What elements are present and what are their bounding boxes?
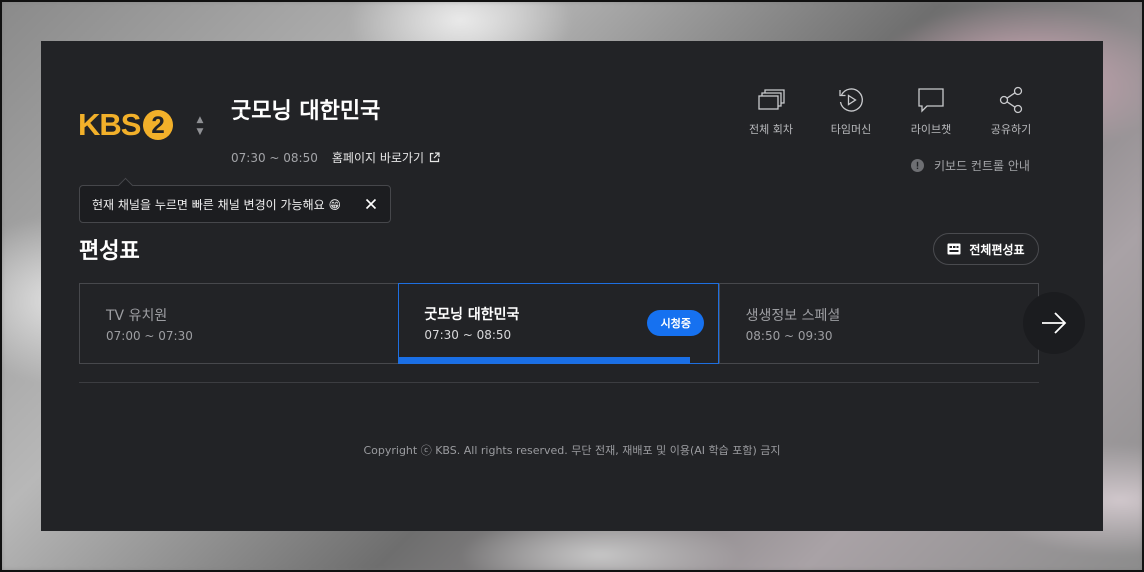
channel-down-icon[interactable]: ▼ [193,126,207,138]
homepage-link-label: 홈페이지 바로가기 [331,151,424,165]
channel-up-icon[interactable]: ▲ [193,114,207,126]
schedule-grid-icon [947,243,961,255]
live-player-panel: KBS 2 ▲ ▼ 굿모닝 대한민국 07:30 ~ 08:50 홈페이지 바로… [41,41,1103,531]
svg-text:2: 2 [152,112,165,139]
keyboard-guide-link[interactable]: 키보드 컨트롤 안내 [911,157,1030,174]
share-icon [999,86,1023,114]
action-bar: 전체 회차 타임머신 라이브챗 공유하기 [731,85,1051,137]
homepage-link[interactable]: 홈페이지 바로가기 [332,149,440,166]
copyright-text: Copyright ⓒ KBS. All rights reserved. 무단… [363,444,781,457]
info-icon [911,159,924,172]
full-schedule-label: 전체편성표 [969,242,1025,257]
episodes-icon [758,89,785,110]
arrow-right-icon [1042,312,1067,334]
schedule-item[interactable]: TV 유치원 07:00 ~ 07:30 [80,284,399,363]
chat-icon [918,88,944,113]
channel-tooltip: 현재 채널을 누르면 빠른 채널 변경이 가능해요 😁 [79,177,391,223]
schedule-item-current[interactable]: 굿모닝 대한민국 07:30 ~ 08:50 시청중 [398,283,719,364]
program-progress-fill [399,357,690,363]
channel-switch[interactable]: ▲ ▼ [193,114,207,142]
live-chat-label: 라이브챗 [910,123,952,136]
tooltip-caret [117,177,134,194]
schedule-list: TV 유치원 07:00 ~ 07:30 굿모닝 대한민국 07:30 ~ 08… [79,283,1039,364]
external-link-icon [429,152,440,163]
full-schedule-button[interactable]: 전체편성표 [933,233,1039,265]
share-label: 공유하기 [990,123,1032,136]
keyboard-guide-label: 키보드 컨트롤 안내 [934,159,1030,173]
program-progress-bar [399,357,718,363]
timemachine-icon [839,88,863,112]
tooltip-text: 현재 채널을 누르면 빠른 채널 변경이 가능해요 😁 [92,197,341,212]
schedule-item[interactable]: 생생정보 스페셜 08:50 ~ 09:30 [718,284,1038,363]
channel-logo-numeral: 2 [143,110,174,140]
schedule-item-title: TV 유치원 [106,308,168,324]
share-button[interactable]: 공유하기 [971,85,1051,137]
schedule-item-title: 생생정보 스페셜 [745,308,841,324]
program-air-time: 07:30 ~ 08:50 [231,150,318,165]
schedule-item-time: 07:30 ~ 08:50 [424,328,512,342]
schedule-item-title: 굿모닝 대한민국 [424,307,520,323]
channel-logo[interactable]: KBS 2 [78,105,175,145]
time-machine-button[interactable]: 타임머신 [811,85,891,137]
schedule-item-time: 08:50 ~ 09:30 [745,329,833,343]
time-machine-label: 타임머신 [830,123,872,136]
schedule-next-button[interactable] [1023,292,1085,354]
divider [79,382,1039,383]
program-time-row: 07:30 ~ 08:50 홈페이지 바로가기 [231,149,440,166]
schedule-item-time: 07:00 ~ 07:30 [106,329,193,343]
now-watching-badge: 시청중 [647,310,705,336]
schedule-heading: 편성표 [79,239,140,264]
all-episodes-label: 전체 회차 [749,123,793,136]
channel-logo-text: KBS [78,107,141,142]
program-title: 굿모닝 대한민국 [231,99,381,124]
all-episodes-button[interactable]: 전체 회차 [731,85,811,137]
live-chat-button[interactable]: 라이브챗 [891,85,971,137]
close-icon[interactable] [364,197,378,211]
